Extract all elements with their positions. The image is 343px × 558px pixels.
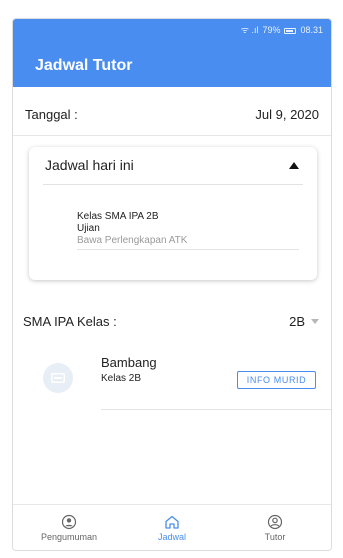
divider (77, 249, 299, 250)
phone-screen: ᯤ .ıl 79% 08.31 Jadwal Tutor Tanggal : J… (12, 18, 332, 551)
schedule-card-title: Jadwal hari ini (45, 157, 134, 173)
info-murid-button[interactable]: INFO MURID (237, 371, 316, 389)
nav-label: Tutor (264, 531, 286, 542)
student-name: Bambang (101, 355, 157, 370)
schedule-card-header[interactable]: Jadwal hari ini (29, 147, 317, 183)
schedule-item-type: Ujian (77, 223, 100, 234)
signal-icon: ᯤ .ıl (240, 25, 259, 35)
schedule-item: Kelas SMA IPA 2B Ujian Bawa Perlengkapan… (77, 211, 187, 247)
class-select-value: 2B (289, 313, 305, 329)
app-title: Jadwal Tutor (35, 57, 133, 74)
battery-percent: 79% (262, 24, 281, 35)
divider (43, 184, 303, 185)
image-placeholder-icon (51, 373, 65, 383)
schedule-item-note: Bawa Perlengkapan ATK (77, 235, 188, 246)
dropdown-arrow-icon (311, 318, 319, 324)
nav-item-jadwal[interactable]: Jadwal (124, 505, 220, 550)
announcement-icon (61, 514, 77, 529)
avatar-icon (43, 363, 73, 393)
collapse-arrow-icon[interactable] (289, 161, 299, 169)
battery-icon (284, 27, 297, 34)
account-icon (267, 514, 283, 529)
schedule-item-class: Kelas SMA IPA 2B (77, 211, 159, 222)
status-bar: ᯤ .ıl 79% 08.31 (241, 23, 323, 36)
date-row[interactable]: Tanggal : Jul 9, 2020 (13, 107, 331, 127)
date-label: Tanggal : (25, 107, 78, 122)
student-class: Kelas 2B (101, 373, 142, 384)
status-time: 08.31 (300, 24, 323, 35)
nav-label: Pengumuman (40, 531, 98, 542)
student-list-item[interactable]: Bambang Kelas 2B INFO MURID (13, 353, 331, 410)
app-bar: ᯤ .ıl 79% 08.31 Jadwal Tutor (13, 19, 331, 87)
nav-label: Jadwal (157, 531, 186, 542)
home-icon (165, 515, 179, 529)
divider (101, 409, 331, 410)
nav-item-tutor[interactable]: Tutor (227, 505, 323, 550)
date-value[interactable]: Jul 9, 2020 (255, 107, 319, 127)
schedule-card: Jadwal hari ini Kelas SMA IPA 2B Ujian B… (29, 147, 317, 280)
bottom-navigation: Pengumuman Jadwal Tutor (13, 504, 331, 550)
class-filter-row: SMA IPA Kelas : 2B (13, 311, 331, 331)
class-filter-label: SMA IPA Kelas : (23, 313, 117, 329)
class-select[interactable]: 2B (289, 314, 319, 329)
nav-item-pengumuman[interactable]: Pengumuman (21, 505, 117, 550)
divider (13, 135, 331, 136)
